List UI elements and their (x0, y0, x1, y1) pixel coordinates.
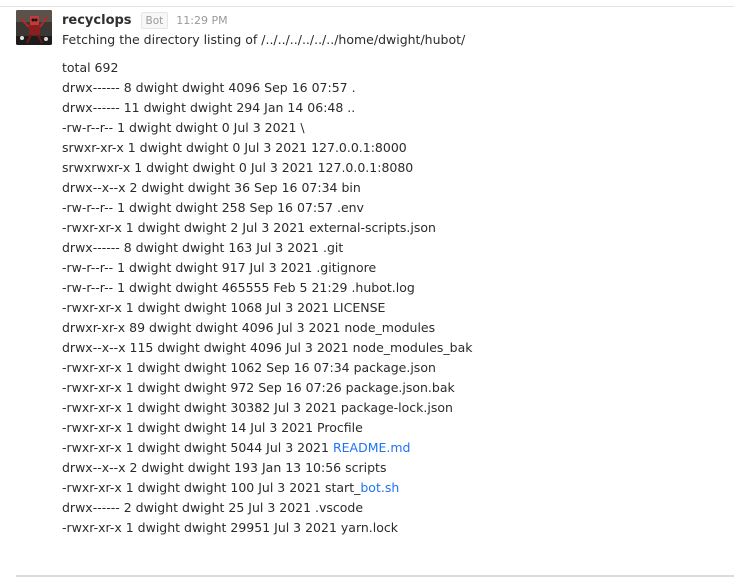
listing-line: -rwxr-xr-x 1 dwight dwight 14 Jul 3 2021… (62, 418, 722, 438)
listing-line-text: drwx--x--x 115 dwight dwight 4096 Jul 3 … (62, 340, 473, 355)
top-divider (0, 6, 734, 7)
listing-line: drwx--x--x 2 dwight dwight 36 Sep 16 07:… (62, 178, 722, 198)
bot-badge: Bot (140, 11, 169, 29)
listing-line-text: -rwxr-xr-x 1 dwight dwight 30382 Jul 3 2… (62, 400, 453, 415)
listing-line: -rw-r--r-- 1 dwight dwight 917 Jul 3 202… (62, 258, 722, 278)
listing-line-text: -rwxr-xr-x 1 dwight dwight 2 Jul 3 2021 … (62, 220, 436, 235)
listing-line-text: -rwxr-xr-x 1 dwight dwight 5044 Jul 3 20… (62, 440, 333, 455)
listing-line: -rwxr-xr-x 1 dwight dwight 100 Jul 3 202… (62, 478, 722, 498)
listing-line-text: -rwxr-xr-x 1 dwight dwight 972 Sep 16 07… (62, 380, 455, 395)
listing-line: -rwxr-xr-x 1 dwight dwight 2 Jul 3 2021 … (62, 218, 722, 238)
listing-line-text: -rwxr-xr-x 1 dwight dwight 1068 Jul 3 20… (62, 300, 386, 315)
listing-line-text: -rw-r--r-- 1 dwight dwight 465555 Feb 5 … (62, 280, 415, 295)
listing-line: -rwxr-xr-x 1 dwight dwight 1062 Sep 16 0… (62, 358, 722, 378)
listing-line: -rwxr-xr-x 1 dwight dwight 5044 Jul 3 20… (62, 438, 722, 458)
listing-line-text: -rw-r--r-- 1 dwight dwight 258 Sep 16 07… (62, 200, 364, 215)
timestamp[interactable]: 11:29 PM (176, 14, 227, 27)
listing-line: total 692 (62, 58, 722, 78)
listing-line-text: drwx------ 11 dwight dwight 294 Jan 14 0… (62, 100, 356, 115)
message-content: recyclops Bot 11:29 PM Fetching the dire… (62, 10, 722, 538)
listing-link[interactable]: README.md (333, 440, 411, 455)
message-header: recyclops Bot 11:29 PM (62, 10, 722, 30)
listing-line: drwx------ 2 dwight dwight 25 Jul 3 2021… (62, 498, 722, 518)
listing-link[interactable]: bot.sh (360, 480, 399, 495)
listing-line: srwxrwxr-x 1 dwight dwight 0 Jul 3 2021 … (62, 158, 722, 178)
listing-line-text: drwx--x--x 2 dwight dwight 193 Jan 13 10… (62, 460, 387, 475)
avatar[interactable] (16, 10, 52, 45)
listing-line-text: -rw-r--r-- 1 dwight dwight 0 Jul 3 2021 … (62, 120, 305, 135)
fetch-text: Fetching the directory listing of /../..… (62, 32, 466, 47)
listing-line: drwx------ 8 dwight dwight 163 Jul 3 202… (62, 238, 722, 258)
listing-line-text: drwx------ 8 dwight dwight 163 Jul 3 202… (62, 240, 344, 255)
listing-line: -rw-r--r-- 1 dwight dwight 258 Sep 16 07… (62, 198, 722, 218)
listing-line-text: -rwxr-xr-x 1 dwight dwight 14 Jul 3 2021… (62, 420, 363, 435)
listing-line-text: drwxr-xr-x 89 dwight dwight 4096 Jul 3 2… (62, 320, 436, 335)
listing-line: -rwxr-xr-x 1 dwight dwight 972 Sep 16 07… (62, 378, 722, 398)
listing-line: drwx--x--x 115 dwight dwight 4096 Jul 3 … (62, 338, 722, 358)
bottom-divider (16, 575, 734, 577)
listing-line-text: drwx------ 2 dwight dwight 25 Jul 3 2021… (62, 500, 364, 515)
directory-listing: total 692 drwx------ 8 dwight dwight 4096… (62, 58, 722, 538)
robot-avatar-image (16, 10, 52, 45)
listing-line-text: -rwxr-xr-x 1 dwight dwight 1062 Sep 16 0… (62, 360, 436, 375)
listing-line: drwx------ 8 dwight dwight 4096 Sep 16 0… (62, 78, 722, 98)
listing-line-text: -rwxr-xr-x 1 dwight dwight 29951 Jul 3 2… (62, 520, 398, 535)
listing-line: drwx--x--x 2 dwight dwight 193 Jan 13 10… (62, 458, 722, 478)
listing-line-text: drwx------ 8 dwight dwight 4096 Sep 16 0… (62, 80, 356, 95)
listing-line-text: total 692 (62, 60, 119, 75)
listing-line-text: -rw-r--r-- 1 dwight dwight 917 Jul 3 202… (62, 260, 377, 275)
listing-line-text: srwxr-xr-x 1 dwight dwight 0 Jul 3 2021 … (62, 140, 407, 155)
listing-line: -rw-r--r-- 1 dwight dwight 0 Jul 3 2021 … (62, 118, 722, 138)
listing-line: -rwxr-xr-x 1 dwight dwight 1068 Jul 3 20… (62, 298, 722, 318)
listing-line: srwxr-xr-x 1 dwight dwight 0 Jul 3 2021 … (62, 138, 722, 158)
listing-line-text: srwxrwxr-x 1 dwight dwight 0 Jul 3 2021 … (62, 160, 414, 175)
username[interactable]: recyclops (62, 13, 132, 28)
listing-line-text: -rwxr-xr-x 1 dwight dwight 100 Jul 3 202… (62, 480, 361, 495)
listing-line-text: drwx--x--x 2 dwight dwight 36 Sep 16 07:… (62, 180, 361, 195)
listing-line: -rw-r--r-- 1 dwight dwight 465555 Feb 5 … (62, 278, 722, 298)
listing-line: -rwxr-xr-x 1 dwight dwight 29951 Jul 3 2… (62, 518, 722, 538)
listing-line: drwxr-xr-x 89 dwight dwight 4096 Jul 3 2… (62, 318, 722, 338)
listing-line: drwx------ 11 dwight dwight 294 Jan 14 0… (62, 98, 722, 118)
listing-line: -rwxr-xr-x 1 dwight dwight 30382 Jul 3 2… (62, 398, 722, 418)
